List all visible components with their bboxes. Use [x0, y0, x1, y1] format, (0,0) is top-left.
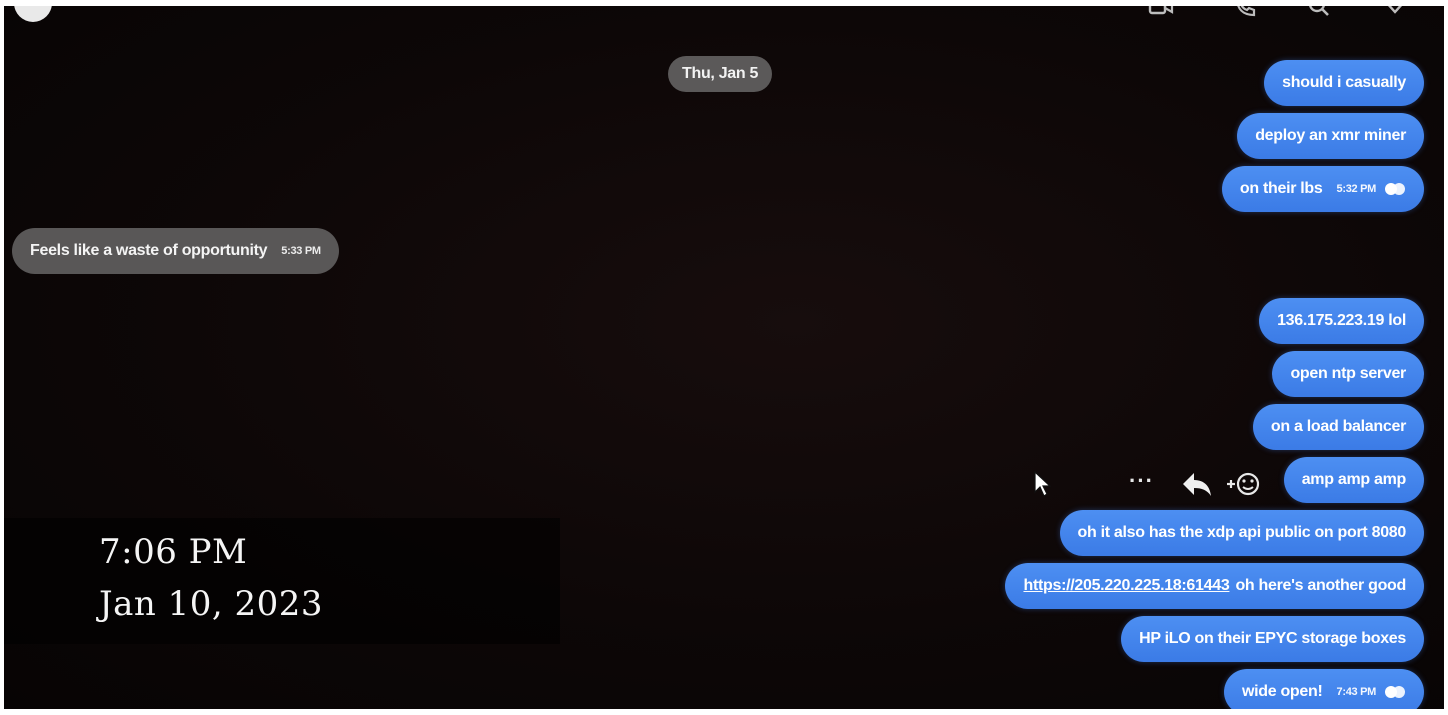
message-text: wide open!: [1241, 683, 1323, 700]
message-bubble-outgoing[interactable]: open ntp server: [1272, 351, 1424, 397]
phone-icon[interactable]: [1232, 6, 1258, 20]
message-bubble-outgoing[interactable]: deploy an xmr miner: [1237, 113, 1424, 159]
message-bubble-outgoing[interactable]: on their lbs 5:32 PM: [1221, 166, 1424, 212]
message-bubble-outgoing[interactable]: oh it also has the xdp api public on por…: [1059, 510, 1424, 556]
message-bubble-outgoing[interactable]: should i casually: [1264, 60, 1424, 106]
video-camera-icon[interactable]: [1148, 6, 1174, 20]
search-icon[interactable]: [1306, 6, 1332, 20]
read-receipt-icon: [1385, 183, 1405, 195]
message-bubble-outgoing[interactable]: 136.175.223.19 lol: [1259, 298, 1424, 344]
message-bubble-incoming[interactable]: Feels like a waste of opportunity 5:33 P…: [12, 228, 339, 274]
message-timestamp: 5:33 PM: [281, 245, 321, 257]
read-receipt-icon: [1385, 686, 1405, 698]
message-text: deploy an xmr miner: [1255, 127, 1406, 144]
message-text: open ntp server: [1290, 365, 1406, 382]
message-bubble-outgoing[interactable]: on a load balancer: [1252, 404, 1424, 450]
date-separator: Thu, Jan 5: [668, 56, 773, 92]
message-text: should i casually: [1282, 74, 1406, 91]
info-icon[interactable]: [1382, 6, 1408, 20]
message-link[interactable]: https://205.220.225.18:61443: [1023, 563, 1229, 609]
message-text: Feels like a waste of opportunity: [30, 242, 268, 259]
message-text: oh it also has the xdp api public on por…: [1077, 524, 1407, 541]
overlay-date: Jan 10, 2023: [99, 584, 324, 624]
message-timestamp: 5:32 PM: [1336, 183, 1377, 195]
mouse-cursor-icon: [1034, 470, 1052, 497]
message-text: amp amp amp: [1301, 471, 1407, 488]
overlay-time: 7:06 PM: [99, 532, 248, 572]
add-reaction-icon[interactable]: [1224, 469, 1262, 499]
message-bubble-outgoing[interactable]: https://205.220.225.18:61443 oh here's a…: [1005, 563, 1424, 609]
message-bubble-outgoing[interactable]: wide open! 7:43 PM: [1223, 669, 1424, 709]
message-text: HP iLO on their EPYC storage boxes: [1139, 630, 1406, 647]
message-timestamp: 7:43 PM: [1336, 686, 1377, 698]
contact-avatar[interactable]: [14, 6, 52, 22]
message-text: on their lbs: [1239, 180, 1323, 197]
chat-screen: Thu, Jan 5 should i casually deploy an x…: [4, 6, 1444, 709]
message-bubble-outgoing[interactable]: HP iLO on their EPYC storage boxes: [1121, 616, 1424, 662]
message-text: oh here's another good: [1235, 577, 1406, 594]
reply-icon[interactable]: [1180, 469, 1214, 499]
message-text: on a load balancer: [1270, 418, 1406, 435]
more-options-button[interactable]: ···: [1129, 468, 1154, 494]
message-text: 136.175.223.19 lol: [1277, 312, 1406, 329]
photo-timestamp-overlay: [4, 518, 560, 644]
message-bubble-outgoing[interactable]: amp amp amp: [1283, 457, 1424, 503]
